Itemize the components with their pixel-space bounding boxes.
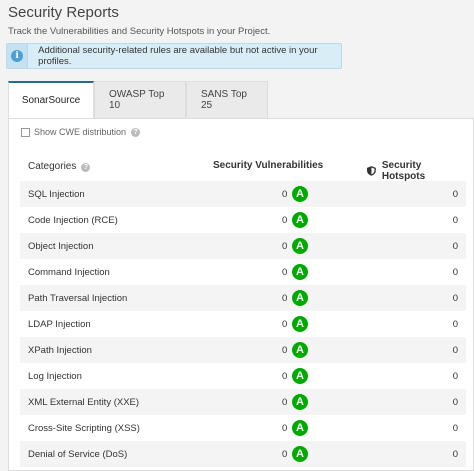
rating-badge[interactable]: A [292, 342, 308, 358]
page-title: Security Reports [8, 4, 119, 21]
hotspots-header-label: Security Hotspots [381, 160, 426, 182]
category-name: Command Injection [28, 267, 110, 278]
vulnerability-count[interactable]: 0 [282, 241, 287, 252]
info-banner-text: Additional security-related rules are av… [38, 45, 318, 67]
vulnerability-count[interactable]: 0 [282, 397, 287, 408]
rating-badge[interactable]: A [292, 316, 308, 332]
hotspot-count[interactable]: 0 [453, 345, 458, 356]
table-row: Cross-Site Scripting (XSS) 0 A 0 [20, 415, 466, 441]
category-name: XML External Entity (XXE) [28, 397, 140, 408]
category-name: Log Injection [28, 371, 82, 382]
rating-badge[interactable]: A [292, 264, 308, 280]
table-row: XPath Injection 0 A 0 [20, 337, 466, 363]
hotspot-count[interactable]: 0 [453, 267, 458, 278]
show-cwe-option[interactable]: Show CWE distribution ? [21, 127, 141, 137]
categories-table: SQL Injection 0 A 0 Code Injection (RCE)… [20, 181, 466, 467]
vulnerability-count[interactable]: 0 [282, 293, 287, 304]
info-banner: i Additional security-related rules are … [6, 43, 342, 69]
table-row: Path Traversal Injection 0 A 0 [20, 285, 466, 311]
hotspot-count[interactable]: 0 [453, 397, 458, 408]
hotspot-count[interactable]: 0 [453, 371, 458, 382]
categories-help-icon[interactable]: ? [81, 163, 91, 172]
tab-owasp-top-10[interactable]: OWASP Top 10 [94, 81, 186, 118]
hotspot-count[interactable]: 0 [453, 241, 458, 252]
vulnerability-count[interactable]: 0 [282, 319, 287, 330]
rating-badge[interactable]: A [292, 290, 308, 306]
show-cwe-label[interactable]: Show CWE distribution [34, 127, 126, 137]
hotspot-count[interactable]: 0 [453, 423, 458, 434]
vulnerability-count[interactable]: 0 [282, 449, 287, 460]
table-row: Log Injection 0 A 0 [20, 363, 466, 389]
tab-sonarsource[interactable]: SonarSource [8, 81, 94, 118]
shield-icon [367, 166, 376, 176]
table-row: SQL Injection 0 A 0 [20, 181, 466, 207]
page-description: Track the Vulnerabilities and Security H… [8, 26, 271, 37]
rating-badge[interactable]: A [292, 368, 308, 384]
table-header: Categories? Security Vulnerabilities Sec… [20, 152, 466, 182]
rating-badge[interactable]: A [292, 446, 308, 462]
hotspot-count[interactable]: 0 [453, 319, 458, 330]
category-name: Code Injection (RCE) [28, 215, 118, 226]
vulnerability-count[interactable]: 0 [282, 267, 287, 278]
category-name: Denial of Service (DoS) [28, 449, 128, 460]
categories-header: Categories? [28, 161, 91, 172]
hotspots-header: Security Hotspots [367, 160, 466, 182]
category-name: XPath Injection [28, 345, 92, 356]
table-row: LDAP Injection 0 A 0 [20, 311, 466, 337]
vulnerability-count[interactable]: 0 [282, 371, 287, 382]
report-tabs: SonarSource OWASP Top 10 SANS Top 25 [8, 81, 268, 118]
table-row: Denial of Service (DoS) 0 A 0 [20, 441, 466, 467]
rating-badge[interactable]: A [292, 394, 308, 410]
table-row: Command Injection 0 A 0 [20, 259, 466, 285]
category-name: Cross-Site Scripting (XSS) [28, 423, 140, 434]
tab-sans-top-25[interactable]: SANS Top 25 [186, 81, 268, 118]
show-cwe-checkbox[interactable] [21, 127, 30, 137]
hotspot-count[interactable]: 0 [453, 293, 458, 304]
category-name: Object Injection [28, 241, 94, 252]
vulnerability-count[interactable]: 0 [282, 345, 287, 356]
vulnerability-count[interactable]: 0 [282, 423, 287, 434]
rating-badge[interactable]: A [292, 212, 308, 228]
rating-badge[interactable]: A [292, 186, 308, 202]
table-row: Code Injection (RCE) 0 A 0 [20, 207, 466, 233]
hotspot-count[interactable]: 0 [453, 215, 458, 226]
vulnerabilities-header: Security Vulnerabilities [213, 160, 324, 171]
rating-badge[interactable]: A [292, 238, 308, 254]
help-icon[interactable]: ? [131, 127, 141, 137]
category-name: Path Traversal Injection [28, 293, 128, 304]
rating-badge[interactable]: A [292, 420, 308, 436]
category-name: SQL Injection [28, 189, 85, 200]
categories-header-label: Categories [28, 161, 77, 172]
info-icon: i [11, 50, 24, 62]
table-row: XML External Entity (XXE) 0 A 0 [20, 389, 466, 415]
info-icon-container: i [7, 44, 29, 68]
table-row: Object Injection 0 A 0 [20, 233, 466, 259]
category-name: LDAP Injection [28, 319, 91, 330]
hotspot-count[interactable]: 0 [453, 449, 458, 460]
vulnerability-count[interactable]: 0 [282, 189, 287, 200]
hotspot-count[interactable]: 0 [453, 189, 458, 200]
vulnerability-count[interactable]: 0 [282, 215, 287, 226]
